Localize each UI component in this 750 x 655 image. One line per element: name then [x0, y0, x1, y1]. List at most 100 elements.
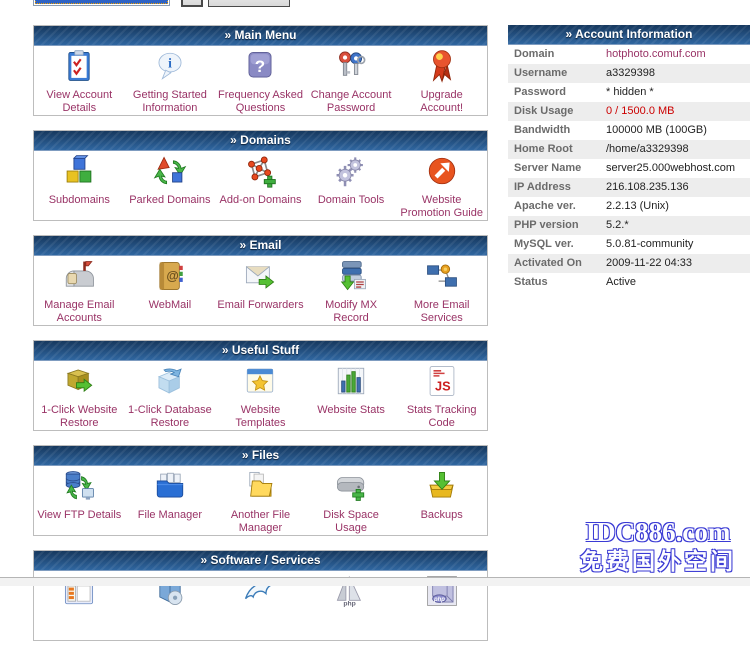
- account-info-value: 100000 MB (100GB): [606, 121, 750, 140]
- section-header: » Main Menu: [34, 26, 487, 46]
- svg-text:?: ?: [255, 57, 265, 76]
- cubes-icon[interactable]: [62, 154, 96, 188]
- folder-yellow-icon[interactable]: [243, 469, 277, 503]
- menu-item[interactable]: Upgrade Account!: [396, 49, 487, 115]
- account-info-rows: Domain hotphoto.comuf.com Username a3329…: [508, 45, 750, 292]
- box-restore-icon[interactable]: [62, 364, 96, 398]
- svg-text:i: i: [168, 56, 172, 71]
- menu-item[interactable]: Disk Space Usage: [306, 469, 397, 535]
- go-button[interactable]: Go: [181, 0, 203, 7]
- menu-item[interactable]: Manage Email Accounts: [34, 259, 125, 325]
- section-header: » Email: [34, 236, 487, 256]
- info-bubble-icon[interactable]: i: [153, 49, 187, 83]
- account-info-label: Activated On: [508, 254, 606, 273]
- account-info-row: PHP version 5.2.*: [508, 216, 750, 235]
- recycle-arrows-icon[interactable]: [153, 154, 187, 188]
- gears-icon[interactable]: [334, 154, 368, 188]
- selected-text-highlight: [35, 0, 168, 4]
- domain-switch-input[interactable]: [33, 0, 170, 6]
- account-info-label: PHP version: [508, 216, 606, 235]
- menu-item[interactable]: Subdomains: [34, 154, 125, 207]
- section-header: » Files: [34, 446, 487, 466]
- cube-restore-icon[interactable]: [153, 364, 187, 398]
- account-info-label: Username: [508, 64, 606, 83]
- menu-item[interactable]: Another File Manager: [215, 469, 306, 535]
- menu-item[interactable]: Website Stats: [306, 364, 397, 417]
- create-new-button[interactable]: Create New: [208, 0, 290, 7]
- section-header: » Useful Stuff: [34, 341, 487, 361]
- account-info-row: MySQL ver. 5.0.81-community: [508, 235, 750, 254]
- account-info-value: 2009-11-22 04:33: [606, 254, 750, 273]
- watermark: IDC886.com 免费国外空间: [568, 517, 748, 577]
- section-body: Subdomains Parked Domains Add-on Domains…: [34, 151, 487, 220]
- section: » Main Menu View Account Details i Getti…: [33, 25, 488, 116]
- account-info-value: Active: [606, 273, 750, 292]
- window-star-icon[interactable]: [243, 364, 277, 398]
- account-info-row: Home Root /home/a3329398: [508, 140, 750, 159]
- account-info-label: Server Name: [508, 159, 606, 178]
- menu-item[interactable]: Add-on Domains: [215, 154, 306, 207]
- question-square-icon[interactable]: ?: [243, 49, 277, 83]
- keys-icon[interactable]: [334, 49, 368, 83]
- crate-download-icon[interactable]: [425, 469, 459, 503]
- account-info-label: Domain: [508, 45, 606, 64]
- mailbox-icon[interactable]: [62, 259, 96, 293]
- menu-item[interactable]: More Email Services: [396, 259, 487, 325]
- envelope-arrow-icon[interactable]: [243, 259, 277, 293]
- menu-item[interactable]: 1-Click Website Restore: [34, 364, 125, 430]
- menu-item[interactable]: ? Frequency Asked Questions: [215, 49, 306, 115]
- js-code-icon[interactable]: JS: [425, 364, 459, 398]
- menu-item[interactable]: File Manager: [125, 469, 216, 522]
- account-info-value: 5.0.81-community: [606, 235, 750, 254]
- section: » Software / Services php php: [33, 550, 488, 641]
- menu-item[interactable]: Domain Tools: [306, 154, 397, 207]
- svg-text:php: php: [343, 600, 355, 607]
- account-info-row: Activated On 2009-11-22 04:33: [508, 254, 750, 273]
- menu-item[interactable]: Website Promotion Guide: [396, 154, 487, 220]
- section-body: View FTP Details File Manager Another Fi…: [34, 466, 487, 535]
- menu-item[interactable]: Backups: [396, 469, 487, 522]
- account-info-panel: » Account Information Domain hotphoto.co…: [508, 25, 750, 292]
- menu-item[interactable]: Website Templates: [215, 364, 306, 430]
- menu-item[interactable]: @ WebMail: [125, 259, 216, 312]
- account-info-value: 216.108.235.136: [606, 178, 750, 197]
- menu-item[interactable]: View Account Details: [34, 49, 125, 115]
- account-info-label: IP Address: [508, 178, 606, 197]
- account-info-value: * hidden *: [606, 83, 750, 102]
- promote-arrow-icon[interactable]: [425, 154, 459, 188]
- account-info-label: Home Root: [508, 140, 606, 159]
- menu-item[interactable]: View FTP Details: [34, 469, 125, 522]
- address-book-icon[interactable]: @: [153, 259, 187, 293]
- nodes-icon[interactable]: [425, 259, 459, 293]
- account-info-value[interactable]: hotphoto.comuf.com: [606, 45, 750, 64]
- menu-item[interactable]: Modify MX Record: [306, 259, 397, 325]
- harddrive-plus-icon[interactable]: [334, 469, 368, 503]
- menu-item[interactable]: 1-Click Database Restore: [125, 364, 216, 430]
- watermark-slogan: 免费国外空间: [568, 547, 748, 577]
- ribbon-award-icon[interactable]: [425, 49, 459, 83]
- server-arrow-icon[interactable]: [334, 259, 368, 293]
- menu-item[interactable]: Parked Domains: [125, 154, 216, 207]
- menu-item[interactable]: Change Account Password: [306, 49, 397, 115]
- folder-blue-icon[interactable]: [153, 469, 187, 503]
- account-info-value: 5.2.*: [606, 216, 750, 235]
- svg-text:php: php: [433, 597, 445, 603]
- svg-text:@: @: [166, 268, 178, 283]
- bar-chart-icon[interactable]: [334, 364, 368, 398]
- section-header: » Domains: [34, 131, 487, 151]
- account-info-value: a3329398: [606, 64, 750, 83]
- menu-item[interactable]: Email Forwarders: [215, 259, 306, 312]
- clipboard-check-icon[interactable]: [62, 49, 96, 83]
- ftp-transfer-icon[interactable]: [62, 469, 96, 503]
- account-info-header: » Account Information: [508, 25, 750, 45]
- section-body: Manage Email Accounts @ WebMail Email Fo…: [34, 256, 487, 325]
- account-info-row: Disk Usage 0 / 1500.0 MB: [508, 102, 750, 121]
- menu-item[interactable]: i Getting Started Information: [125, 49, 216, 115]
- topbar: Go Create New: [0, 0, 750, 10]
- network-cube-plus-icon[interactable]: [243, 154, 277, 188]
- account-info-label: Password: [508, 83, 606, 102]
- section: » Useful Stuff 1-Click Website Restore 1…: [33, 340, 488, 431]
- account-info-row: Username a3329398: [508, 64, 750, 83]
- section-header: » Software / Services: [34, 551, 487, 571]
- menu-item[interactable]: JS Stats Tracking Code: [396, 364, 487, 430]
